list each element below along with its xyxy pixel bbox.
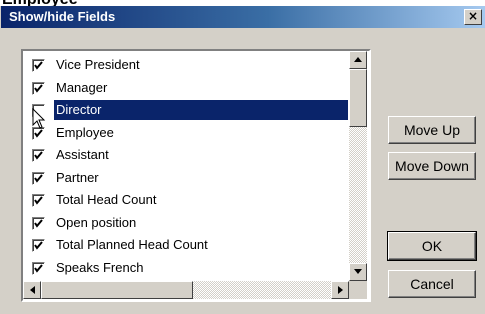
field-checkbox[interactable] [32, 239, 45, 252]
list-item[interactable]: Speaks French [26, 257, 348, 279]
field-label: Employee [56, 124, 114, 140]
field-label: Speaks French [56, 259, 144, 275]
scroll-corner [349, 281, 367, 299]
scroll-right-button[interactable] [331, 281, 349, 299]
fields-listbox[interactable]: Vice President Manager Director Employee Ass… [21, 49, 371, 302]
cancel-button[interactable]: Cancel [388, 270, 476, 298]
title-bar[interactable]: Show/hide Fields × [1, 6, 485, 28]
list-item[interactable]: Total Planned Head Count [26, 234, 348, 256]
field-label: Manager [56, 79, 108, 95]
move-down-button[interactable]: Move Down [388, 152, 476, 180]
vertical-scroll-thumb[interactable] [349, 69, 367, 127]
move-up-button[interactable]: Move Up [388, 116, 476, 144]
show-hide-fields-dialog: Show/hide Fields × Vice President Manager… [0, 6, 485, 314]
mouse-pointer-icon [32, 107, 46, 135]
scroll-down-button[interactable] [349, 263, 367, 281]
horizontal-scroll-thumb[interactable] [41, 281, 193, 299]
field-checkbox[interactable] [32, 81, 45, 95]
vertical-scrollbar[interactable] [349, 51, 367, 281]
checkmark-icon [34, 61, 43, 70]
dialog-title: Show/hide Fields [9, 9, 116, 24]
checkmark-icon [34, 263, 43, 273]
field-checkbox[interactable] [32, 171, 45, 185]
field-label: Total Planned Head Count [56, 237, 208, 252]
list-item[interactable]: Open position [26, 212, 348, 234]
list-item[interactable]: Manager [26, 77, 348, 99]
field-checkbox[interactable] [32, 194, 45, 207]
field-checkbox[interactable] [32, 216, 45, 230]
checkmark-icon [34, 241, 43, 250]
field-label: Open position [56, 214, 137, 230]
checkmark-icon [34, 83, 43, 93]
field-checkbox[interactable] [32, 261, 45, 275]
list-item[interactable]: Director [26, 99, 348, 121]
checkmark-icon [34, 218, 43, 228]
horizontal-scrollbar[interactable] [23, 281, 349, 299]
checkmark-icon [34, 196, 43, 205]
list-item[interactable]: Partner [26, 167, 348, 189]
checkmark-icon [34, 173, 43, 183]
field-label: Total Head Count [56, 192, 157, 207]
field-label: Assistant [56, 147, 109, 162]
list-item[interactable]: Assistant [26, 144, 348, 166]
list-item[interactable]: Vice President [26, 54, 348, 76]
scroll-left-button[interactable] [23, 281, 41, 299]
list-item[interactable]: Employee [26, 122, 348, 144]
close-button[interactable]: × [464, 9, 482, 25]
checkmark-icon [34, 151, 43, 160]
field-checkbox[interactable] [32, 59, 45, 72]
ok-button[interactable]: OK [387, 231, 477, 261]
scroll-up-button[interactable] [349, 51, 367, 69]
field-checkbox[interactable] [32, 149, 45, 162]
field-label: Director [56, 102, 102, 117]
field-label: Partner [56, 169, 99, 185]
field-label: Vice President [56, 57, 140, 72]
list-item[interactable]: Total Head Count [26, 189, 348, 211]
